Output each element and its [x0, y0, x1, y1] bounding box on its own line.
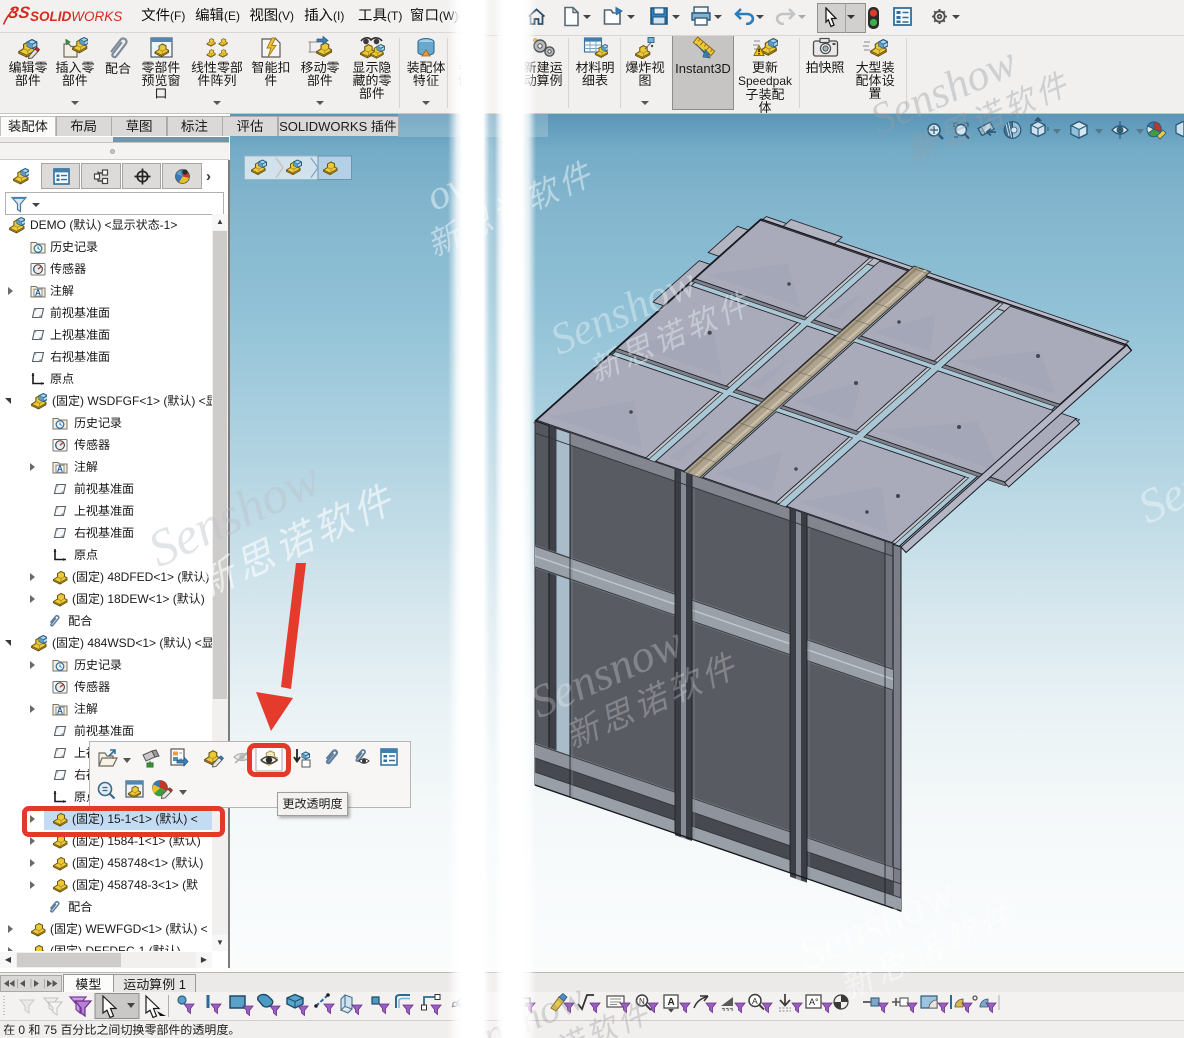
svg-text:A°: A°: [809, 997, 819, 1007]
svg-text:N: N: [639, 997, 645, 1006]
svg-text:A: A: [668, 997, 675, 1008]
svg-text:A: A: [752, 996, 758, 1006]
